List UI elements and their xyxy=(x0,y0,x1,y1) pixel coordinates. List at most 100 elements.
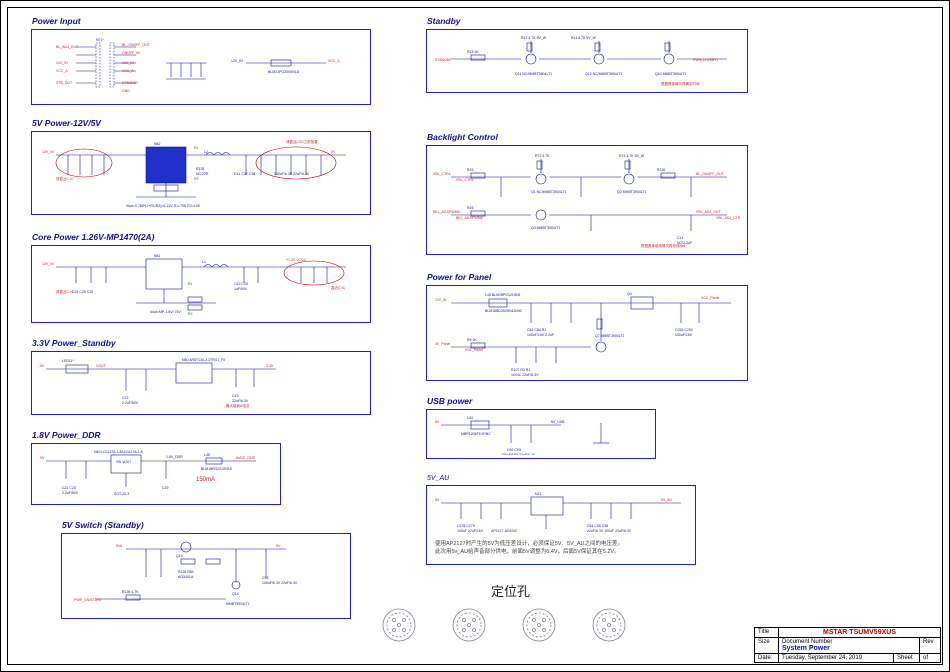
svg-text:2.2uF/50V: 2.2uF/50V xyxy=(122,401,139,405)
tb-system: System Power xyxy=(782,645,830,652)
svg-text:100uF/16V: 100uF/16V xyxy=(675,333,693,337)
au-note1: 使用AP2127时产生的5V为低压差设计，必须保证5V、5V_AU之间的电压差。 xyxy=(435,539,623,547)
net-vcc-panel: VCC_Panel xyxy=(701,296,720,300)
tb-sheet: of xyxy=(920,654,940,662)
net-pwron: PWR(12V/SBY) xyxy=(693,58,718,62)
svg-text:C24 C25 C26: C24 C25 C26 xyxy=(72,290,93,294)
svg-text:C49: C49 xyxy=(232,394,238,398)
svg-text:1K/NC 22uF/6.3V: 1K/NC 22uF/6.3V xyxy=(511,373,539,377)
block-power-input: Power Input xyxy=(31,29,371,105)
net-standby-in: STANDBY xyxy=(435,58,452,62)
svg-text:请靠近C-IC: 请靠近C-IC xyxy=(56,176,74,181)
svg-text:5V: 5V xyxy=(331,150,336,154)
schem-18v: 5V N49 LD1117A-1.8/LD1117A-1.8 VIN VOUT … xyxy=(35,447,277,501)
block-backlight: Backlight Control xyxy=(426,145,748,255)
svg-text:VBL_ADJ_CTR: VBL_ADJ_CTR xyxy=(716,216,741,220)
svg-text:C252 C253: C252 C253 xyxy=(675,328,693,332)
svg-text:Vout=0.765*(1+R1/R2)=6.12V R: Vout=0.765*(1+R1/R2)=6.12V R1=70K R2=10K xyxy=(126,204,201,208)
svg-text:Q7 MMBT3904LT1: Q7 MMBT3904LT1 xyxy=(595,334,625,338)
svg-text:R1: R1 xyxy=(194,146,199,150)
svg-text:R15: R15 xyxy=(467,168,473,172)
net-bl-onoff-out2: BL_ONOFF_OUT xyxy=(696,172,725,176)
net-standby: STANDBY xyxy=(122,81,139,85)
schem-power-input: BL_ADJ_OUT BL_ONOFF_OUT ONOFF_IN 12V_IN … xyxy=(35,33,367,101)
svg-text:BKL_ADJ/PWM#: BKL_ADJ/PWM# xyxy=(456,216,483,220)
svg-text:N50 AR5T134-3.3TRG1_RI: N50 AR5T134-3.3TRG1_RI xyxy=(182,358,225,362)
svg-text:R107 R3 R1: R107 R3 R1 xyxy=(511,368,530,372)
svg-text:R126 4.7K: R126 4.7K xyxy=(122,590,139,594)
svg-text:L2: L2 xyxy=(204,150,208,154)
svg-text:Q13: Q13 xyxy=(176,554,183,558)
svg-text:100uF/16V 2.2uF: 100uF/16V 2.2uF xyxy=(527,333,554,337)
schem-33v: 6V LED11* VOUT N50 AR5T134-3.3TRG1_RI 3.… xyxy=(35,355,367,411)
title-usb: USB power xyxy=(427,396,472,406)
svg-text:R12 4.7K 5V_W: R12 4.7K 5V_W xyxy=(521,36,547,40)
tb-size-label: Size xyxy=(755,638,779,653)
svg-text:Q12 NC/MMBT3904LT1: Q12 NC/MMBT3904LT1 xyxy=(585,72,623,76)
svg-text:5V: 5V xyxy=(40,456,45,460)
tb-sheet-label: Sheet xyxy=(894,654,920,662)
title-standby: Standby xyxy=(427,16,461,26)
svg-text:C54 C55 C56: C54 C55 C56 xyxy=(587,524,608,528)
svg-text:VIN VOUT: VIN VOUT xyxy=(116,460,131,464)
title-panel: Power for Panel xyxy=(427,272,491,282)
net-avdd-ddr: AVDD_DDR xyxy=(236,456,255,460)
svg-text:5V: 5V xyxy=(435,420,440,424)
svg-text:AP2127-ADJ/NC: AP2127-ADJ/NC xyxy=(491,529,518,533)
schem-standby: STANDBY R13 1K R12 4.7K 5V_W R11 4.7K 5V… xyxy=(430,33,744,89)
svg-text:C21 C23: C21 C23 xyxy=(62,486,76,490)
net-12v-in-b: 12V_IN xyxy=(122,61,134,65)
svg-text:C92 C93: C92 C93 xyxy=(507,448,521,452)
svg-text:C96: C96 xyxy=(262,576,268,580)
svg-text:Q4: Q4 xyxy=(627,292,632,296)
note-sot: SOT-22-3 xyxy=(114,492,129,496)
net-pwron-stby: PWR_ON/STBY# xyxy=(74,598,101,602)
net-onoff-in: ONOFF_IN xyxy=(122,51,140,55)
svg-text:5VA: 5VA xyxy=(116,544,123,548)
net-vcc-a-out: VCC_A xyxy=(328,59,340,63)
svg-text:N49 LD1117A-1.8/LD1117A-1.8: N49 LD1117A-1.8/LD1117A-1.8 xyxy=(94,450,143,454)
svg-text:R126: R126 xyxy=(657,168,665,172)
svg-text:L44: L44 xyxy=(467,416,473,420)
net-5v-usb: 5V_USB xyxy=(551,420,565,424)
svg-text:VBL_CTRL: VBL_CTRL xyxy=(456,178,474,182)
svg-text:靠近C-IC: 靠近C-IC xyxy=(331,285,346,290)
block-core-power: Core Power 1.26V-MP1470(2A) xyxy=(31,245,371,323)
svg-text:100uF/6.3V 22uF/6.3V: 100uF/6.3V 22uF/6.3V xyxy=(274,172,310,176)
svg-text:C22: C22 xyxy=(122,396,128,400)
block-33v-standby: 3.3V Power_Standby 6V LED11* VOUT N50 AR… xyxy=(31,351,371,415)
svg-text:VBL_ADJ_OUT: VBL_ADJ_OUT xyxy=(696,210,721,214)
svg-text:BLM18BD252SN1D/NC: BLM18BD252SN1D/NC xyxy=(485,309,523,313)
loc-holes-svg xyxy=(379,601,649,654)
block-standby: Standby xyxy=(426,29,748,93)
net-5v-au: 5V_AU xyxy=(661,498,673,502)
net-12v-in-core: 12V_IN xyxy=(42,262,54,266)
svg-text:1.8V_DDR: 1.8V_DDR xyxy=(166,455,183,459)
svg-text:5V: 5V xyxy=(276,544,281,548)
svg-text:12V_IN: 12V_IN xyxy=(42,150,54,154)
svg-text:Q11 NC/MMBT3904LT1: Q11 NC/MMBT3904LT1 xyxy=(515,72,552,76)
svg-text:Q1 NC/MMBT3904LT1: Q1 NC/MMBT3904LT1 xyxy=(531,190,567,194)
net-vout1: VOUT xyxy=(96,364,107,368)
svg-text:L43 BLM18PG121SN1: L43 BLM18PG121SN1 xyxy=(485,293,521,297)
svg-text:R1: R1 xyxy=(188,282,193,286)
svg-text:100uF 22uF/16V: 100uF 22uF/16V xyxy=(457,529,484,533)
net-12v-in-c: 12V_IN xyxy=(231,59,243,63)
svg-text:Q10 MMBT3904LT1: Q10 MMBT3904LT1 xyxy=(655,72,687,76)
svg-text:C29: C29 xyxy=(162,486,168,490)
title-power-input: Power Input xyxy=(32,16,81,26)
svg-text:1uF/50V: 1uF/50V xyxy=(234,287,248,291)
svg-text:Q3 MMBT3904LT1: Q3 MMBT3904LT1 xyxy=(531,226,561,230)
svg-text:N21: N21 xyxy=(535,492,541,496)
tb-date: Tuesday, September 24, 2019 xyxy=(779,654,894,662)
title-loc-holes: 定位孔 xyxy=(491,581,530,600)
schem-5v-power: 12V_IN 5V R128 NC/22R L2 C41 C37 C38 100… xyxy=(35,135,367,211)
svg-text:Vout=MP-1.6V/.75V: Vout=MP-1.6V/.75V xyxy=(150,310,182,314)
block-5v-au: 5V_AU 5V N21 5V_AU C278 C279 xyxy=(426,485,696,565)
svg-text:N51: N51 xyxy=(154,254,160,258)
svg-text:NC/22R: NC/22R xyxy=(196,172,209,176)
part-blm: BLM21PG300SN1D xyxy=(268,70,300,74)
title-core: Core Power 1.26V-MP1470(2A) xyxy=(32,232,155,242)
svg-text:L1: L1 xyxy=(202,260,206,264)
svg-text:R16: R16 xyxy=(467,206,473,210)
